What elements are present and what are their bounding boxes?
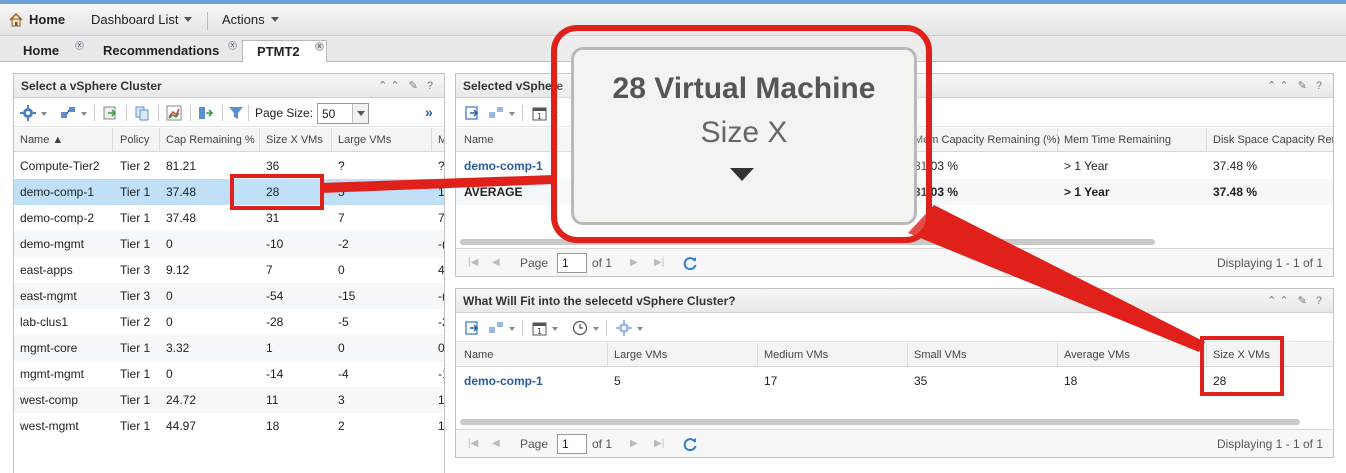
callout-subtitle: Size X [700,116,788,149]
annotation-callout: 28 Virtual Machine Size X [551,25,932,243]
highlight-box-size-x-cell [230,174,324,210]
caret-down-icon [730,168,754,181]
callout-tooltip: 28 Virtual Machine Size X [571,47,917,225]
highlight-box-size-x-column [1200,336,1284,396]
callout-title: 28 Virtual Machine [612,72,876,105]
